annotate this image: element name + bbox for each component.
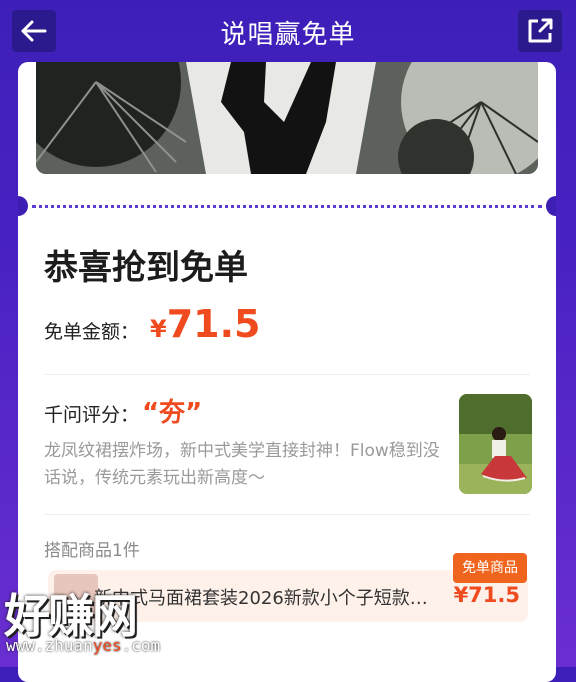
currency-symbol: ¥	[150, 315, 167, 343]
watermark: 好赚网 www.zhuanyes.com	[0, 578, 210, 667]
separator	[44, 374, 530, 375]
free-amount-label: 免单金额：	[44, 321, 140, 343]
item-price: ¥71.5	[453, 583, 520, 607]
bundle-title: 搭配商品1件	[44, 541, 140, 561]
share-button[interactable]	[518, 10, 562, 52]
share-external-icon	[528, 18, 553, 43]
separator	[44, 514, 530, 515]
rating-value: “夯”	[142, 398, 203, 428]
top-bar: 说唱赢免单	[0, 0, 576, 62]
amount-number: 71.5	[166, 302, 261, 346]
congrats-heading: 恭喜抢到免单	[44, 248, 248, 288]
rating-comment: 龙凤纹裙摆炸场，新中式美学直接封神！Flow稳到没话说，传统元素玩出新高度～	[44, 441, 440, 488]
dotted-divider	[18, 196, 556, 216]
free-amount-value: ¥71.5	[150, 302, 260, 346]
watermark-url: www.zhuanyes.com	[6, 636, 161, 655]
rating-label: 千问评分：	[44, 404, 140, 426]
page-title: 说唱赢免单	[220, 20, 356, 50]
free-item-badge: 免单商品	[453, 553, 527, 583]
outfit-photo[interactable]	[459, 394, 532, 494]
banner-image	[36, 62, 538, 174]
